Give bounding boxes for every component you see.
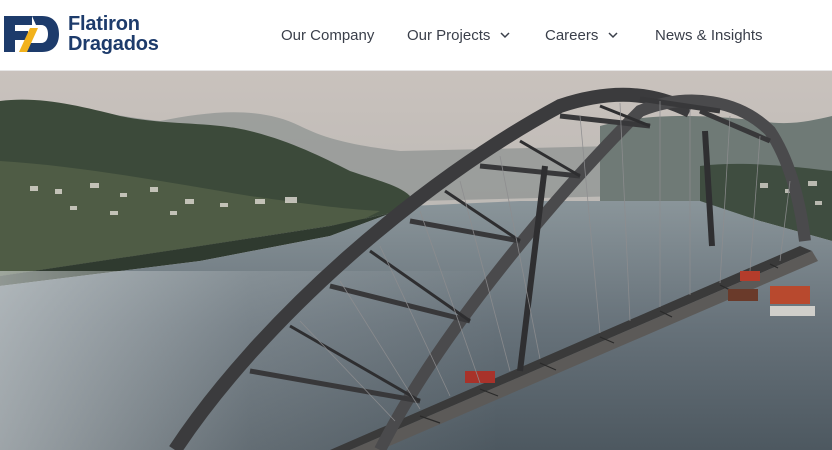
nav-label: News & Insights	[655, 26, 763, 44]
nav-careers[interactable]: Careers	[545, 24, 618, 46]
chevron-down-icon	[608, 32, 618, 39]
nav-news-insights[interactable]: News & Insights	[655, 24, 763, 46]
site-header: Flatiron Dragados Our Company Our Projec…	[0, 0, 832, 71]
bridge-photo	[0, 71, 832, 450]
nav-label: Our Projects	[407, 26, 491, 44]
main-nav: Our Company Our Projects Careers News & …	[0, 0, 832, 71]
nav-label: Our Company	[281, 26, 375, 44]
nav-our-projects[interactable]: Our Projects	[407, 24, 510, 46]
nav-label: Careers	[545, 26, 599, 44]
chevron-down-icon	[500, 32, 510, 39]
hero-image	[0, 71, 832, 450]
nav-our-company[interactable]: Our Company	[281, 24, 374, 46]
